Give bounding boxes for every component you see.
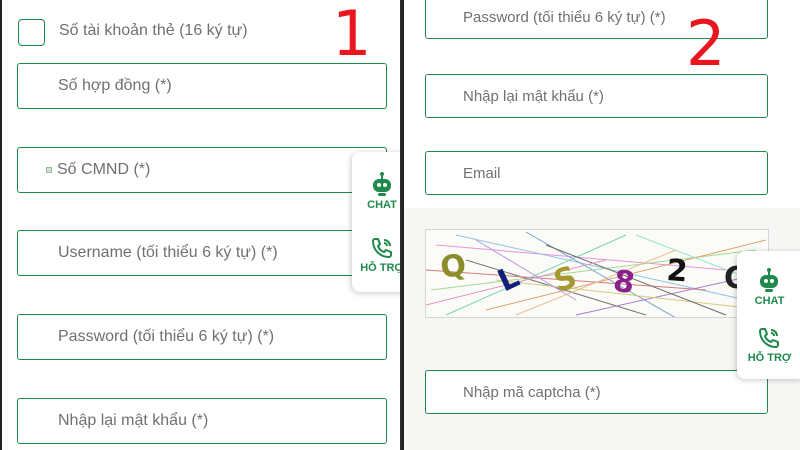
captcha-char: 2	[665, 253, 688, 289]
support-label-2: HỖ TRỢ	[747, 351, 792, 364]
support-button-2[interactable]: HỖ TRỢ	[747, 326, 792, 364]
chat-bot-icon	[372, 171, 391, 196]
captcha-char: Q	[438, 248, 468, 286]
chat-button-2[interactable]: CHAT	[754, 267, 785, 307]
phone-icon	[371, 237, 392, 258]
captcha-input[interactable]: Nhập mã captcha (*)	[425, 370, 768, 414]
support-widget: CHAT HỖ TRỢ	[352, 152, 400, 292]
password-placeholder-2: Password (tối thiểu 6 ký tự) (*)	[463, 8, 666, 26]
card-account-checkbox[interactable]	[18, 19, 45, 46]
contract-number-placeholder: Số hợp đồng (*)	[58, 77, 172, 94]
left-panel: Số tài khoản thẻ (16 ký tự) 1 Số hợp đồn…	[0, 0, 400, 450]
email-placeholder: Email	[463, 164, 501, 182]
username-input[interactable]: Username (tối thiểu 6 ký tự) (*)	[17, 230, 387, 276]
captcha-char: 8	[611, 263, 638, 301]
chat-button[interactable]: CHAT	[367, 171, 397, 211]
captcha-char: S	[550, 260, 581, 300]
support-button[interactable]: HỖ TRỢ	[360, 236, 400, 274]
step-number-2: 2	[686, 7, 726, 80]
chat-label-2: CHAT	[754, 294, 785, 307]
step-number-1: 1	[332, 0, 372, 70]
right-panel: Password (tối thiểu 6 ký tự) (*) 2 Nhập …	[402, 0, 800, 450]
captcha-svg: QLS82C	[426, 231, 767, 317]
support-widget-2: CHAT HỖ TRỢ	[737, 251, 800, 379]
captcha-image: QLS82C	[425, 229, 769, 318]
id-number-placeholder: Số CMND (*)	[57, 161, 151, 178]
chat-label: CHAT	[367, 198, 397, 211]
confirm-password-input[interactable]: Nhập lại mật khẩu (*)	[17, 398, 387, 444]
password-placeholder: Password (tối thiểu 6 ký tự) (*)	[58, 328, 275, 345]
card-account-label: Số tài khoản thẻ (16 ký tự)	[59, 22, 248, 39]
captcha-placeholder: Nhập mã captcha (*)	[463, 383, 601, 401]
username-placeholder: Username (tối thiểu 6 ký tự) (*)	[58, 244, 278, 261]
confirm-password-input-2[interactable]: Nhập lại mật khẩu (*)	[425, 74, 768, 118]
confirm-password-placeholder-2: Nhập lại mật khẩu (*)	[463, 87, 604, 105]
support-label: HỖ TRỢ	[360, 261, 400, 274]
id-number-input[interactable]: Số CMND (*)	[17, 147, 387, 193]
contract-number-input[interactable]: Số hợp đồng (*)	[17, 63, 387, 109]
chat-bot-icon-2	[760, 267, 779, 292]
confirm-password-placeholder: Nhập lại mật khẩu (*)	[58, 412, 209, 429]
broken-image-icon	[46, 167, 52, 173]
phone-icon-2	[759, 327, 780, 348]
email-input[interactable]: Email	[425, 151, 768, 195]
password-input[interactable]: Password (tối thiểu 6 ký tự) (*)	[17, 314, 387, 360]
